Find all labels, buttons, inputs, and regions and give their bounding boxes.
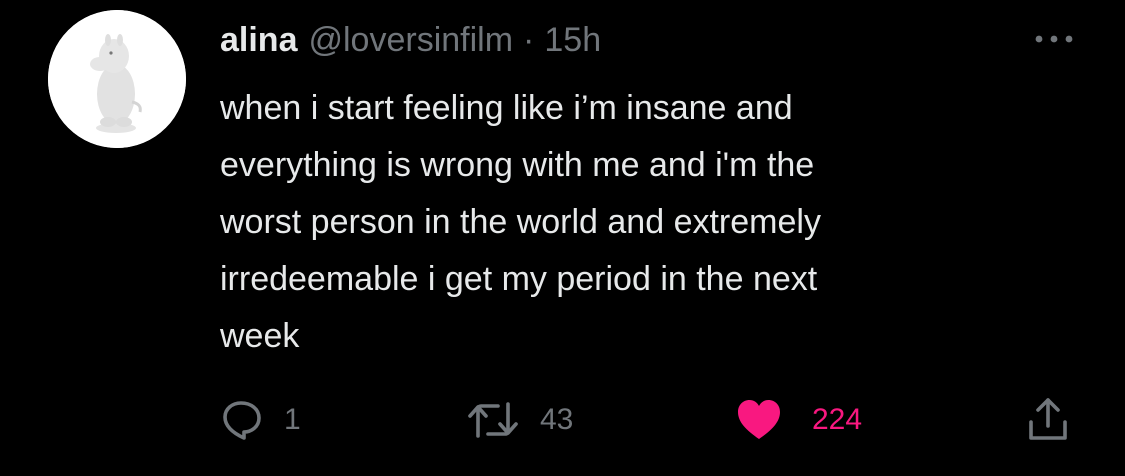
display-name[interactable]: alina: [220, 18, 297, 62]
heart-icon: [738, 400, 780, 439]
reply-count: 1: [284, 403, 301, 436]
tweet-header: alina @loversinfilm · 15h: [220, 18, 601, 62]
share-icon: [1029, 398, 1067, 440]
more-options-button[interactable]: [1032, 26, 1076, 52]
timestamp[interactable]: 15h: [544, 18, 601, 62]
retweet-count: 43: [540, 403, 574, 436]
tweet-card[interactable]: alina @loversinfilm · 15h when i start f…: [0, 0, 1125, 476]
avatar[interactable]: [48, 10, 186, 148]
moomin-figure-avatar-icon: [48, 10, 186, 148]
more-icon: [1035, 35, 1073, 43]
retweet-button[interactable]: 43: [466, 396, 573, 444]
retweet-icon: [468, 402, 518, 438]
user-handle[interactable]: @loversinfilm: [308, 18, 513, 62]
like-count: 224: [812, 403, 863, 436]
reply-button[interactable]: 1: [220, 396, 301, 444]
like-button[interactable]: 224: [736, 396, 862, 444]
separator-dot: ·: [523, 21, 535, 59]
reply-icon: [223, 401, 261, 440]
share-button[interactable]: [1026, 396, 1070, 444]
tweet-text: when i start feeling like i’m insane and…: [220, 89, 821, 355]
